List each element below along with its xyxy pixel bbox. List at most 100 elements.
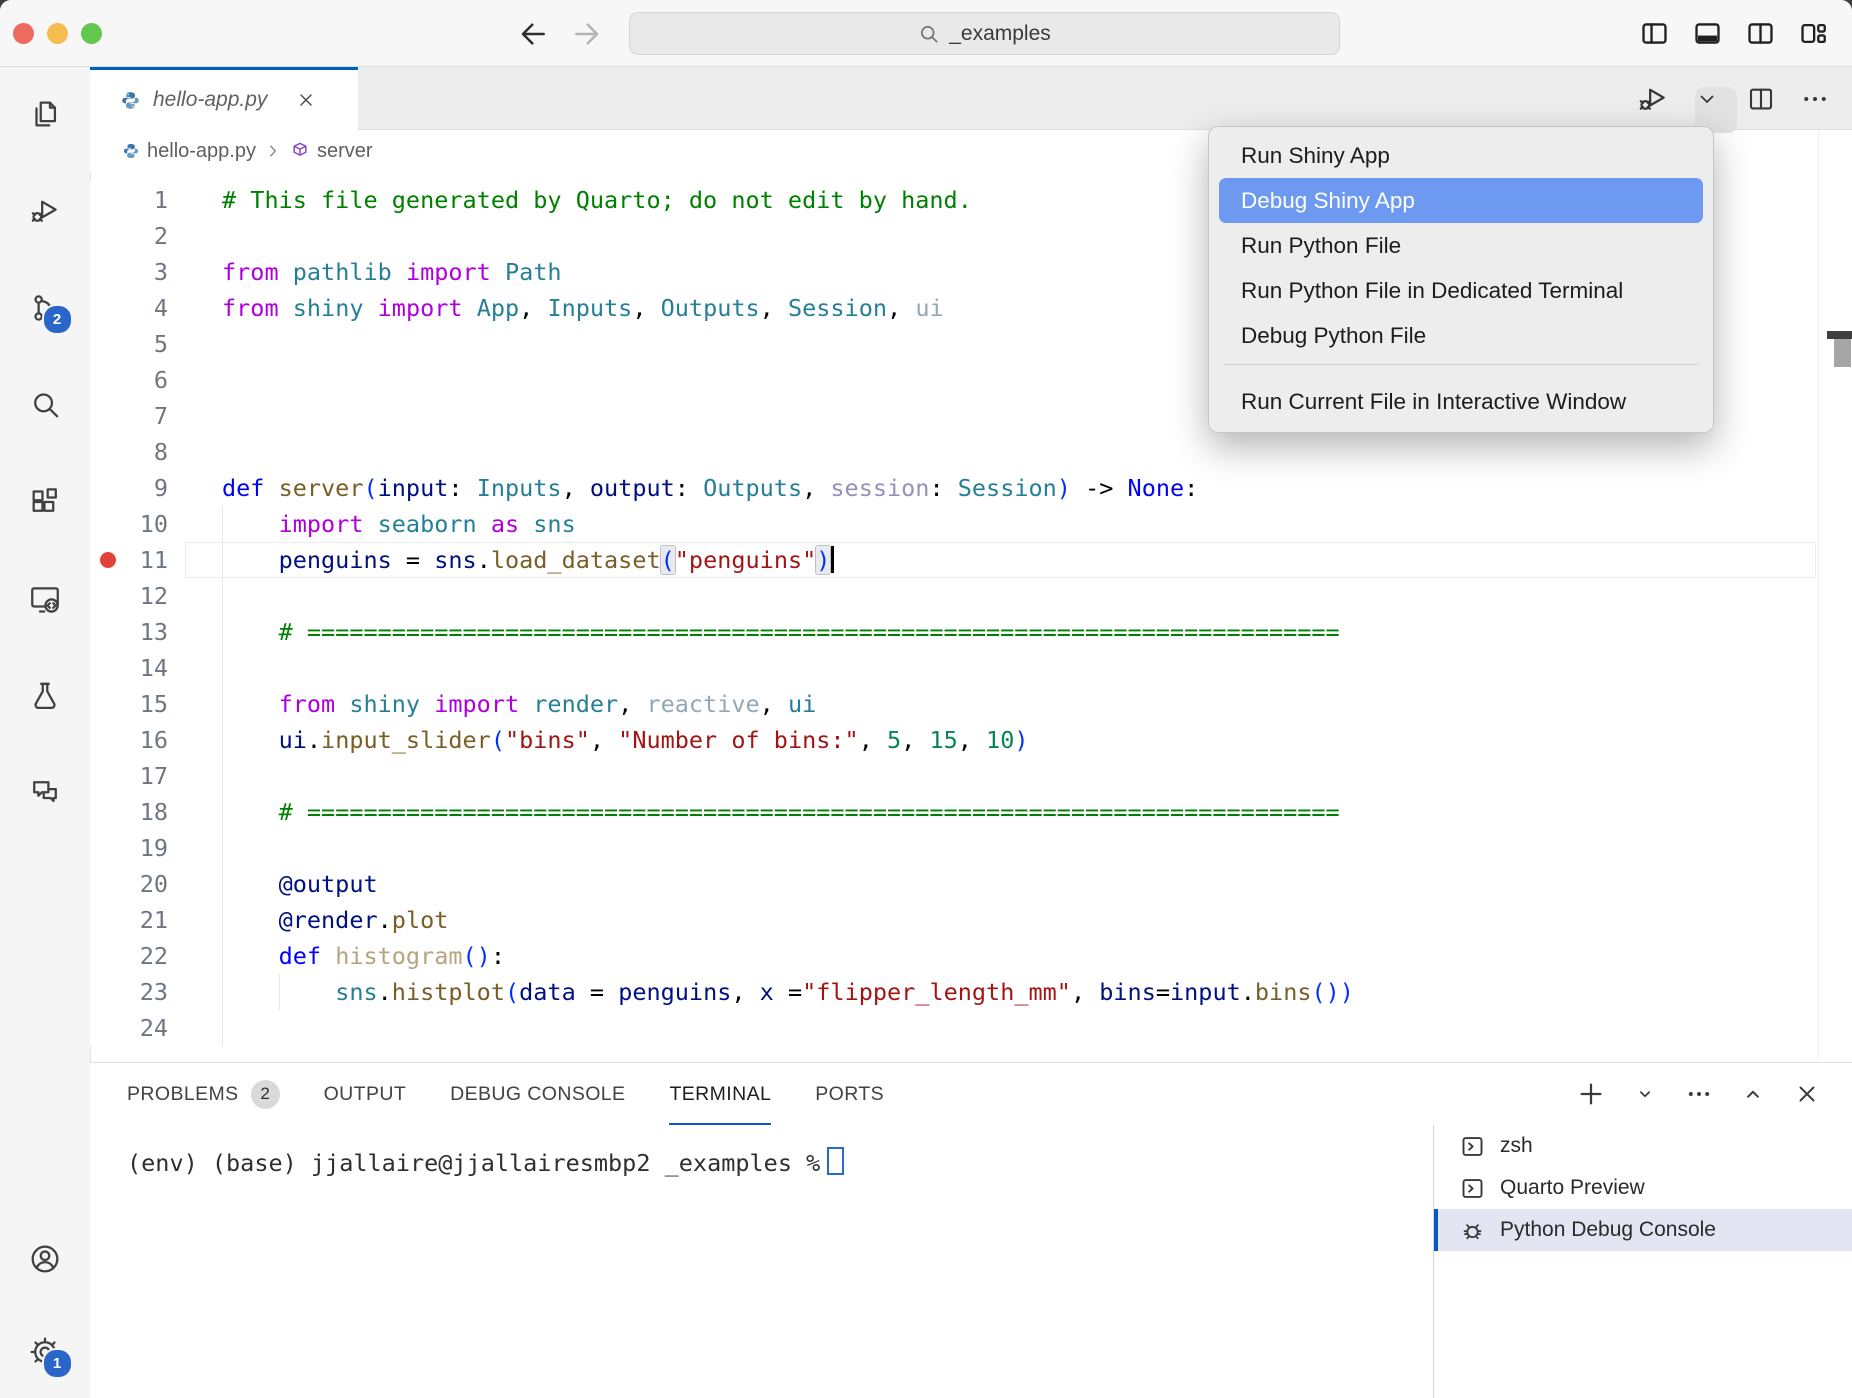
gutter-line-14[interactable]: 14: [90, 650, 182, 686]
run-dropdown-button[interactable]: [1688, 79, 1726, 119]
activity-bar-item-extensions[interactable]: [23, 480, 67, 524]
code-line-16[interactable]: 16 ui.input_slider("bins", "Number of bi…: [90, 722, 1852, 758]
activity-bar-item-comments[interactable]: [23, 771, 67, 815]
split-editor-button[interactable]: [1742, 79, 1780, 119]
code-line-content[interactable]: # ======================================…: [182, 614, 1852, 650]
gutter-line-13[interactable]: 13: [90, 614, 182, 650]
code-line-content[interactable]: import seaborn as sns: [182, 506, 1852, 542]
terminal-list-item-zsh[interactable]: zsh: [1434, 1125, 1852, 1167]
traffic-light-minimize[interactable]: [47, 23, 68, 44]
toggle-panel-button[interactable]: [1690, 16, 1724, 50]
menu-item-run-python-file-in-dedicated-terminal[interactable]: Run Python File in Dedicated Terminal: [1219, 268, 1703, 313]
traffic-light-close[interactable]: [13, 23, 34, 44]
breadcrumb-file[interactable]: hello-app.py: [122, 140, 256, 163]
activity-bar-item-search[interactable]: [23, 383, 67, 427]
menu-item-debug-python-file[interactable]: Debug Python File: [1219, 313, 1703, 358]
code-line-22[interactable]: 22 def histogram():: [90, 938, 1852, 974]
terminal-list-item-quarto-preview[interactable]: Quarto Preview: [1434, 1167, 1852, 1209]
gutter-line-6[interactable]: 6: [90, 362, 182, 398]
code-line-content[interactable]: [182, 578, 1852, 614]
code-line-12[interactable]: 12: [90, 578, 1852, 614]
history-forward-button[interactable]: [570, 17, 604, 51]
gutter-line-7[interactable]: 7: [90, 398, 182, 434]
gutter-line-19[interactable]: 19: [90, 830, 182, 866]
activity-bar-item-account[interactable]: [23, 1237, 67, 1281]
code-line-10[interactable]: 10 import seaborn as sns: [90, 506, 1852, 542]
maximize-panel-button[interactable]: [1738, 1079, 1768, 1109]
code-line-23[interactable]: 23 sns.histplot(data = penguins, x ="fli…: [90, 974, 1852, 1010]
gutter-line-18[interactable]: 18: [90, 794, 182, 830]
gutter-line-8[interactable]: 8: [90, 434, 182, 470]
gutter-line-11[interactable]: 11: [90, 542, 182, 578]
gutter-line-24[interactable]: 24: [90, 1010, 182, 1046]
activity-bar-item-remote-explorer[interactable]: [23, 577, 67, 621]
gutter-line-15[interactable]: 15: [90, 686, 182, 722]
code-line-18[interactable]: 18 # ===================================…: [90, 794, 1852, 830]
code-line-content[interactable]: penguins = sns.load_dataset("penguins"): [182, 542, 1852, 578]
code-line-20[interactable]: 20 @output: [90, 866, 1852, 902]
menu-item-run-shiny-app[interactable]: Run Shiny App: [1219, 133, 1703, 178]
code-line-24[interactable]: 24: [90, 1010, 1852, 1046]
launch-profile-button[interactable]: [1630, 1079, 1660, 1109]
panel-tab-debug-console[interactable]: DEBUG CONSOLE: [450, 1063, 625, 1125]
breadcrumb-symbol[interactable]: server: [290, 140, 373, 163]
code-line-content[interactable]: ui.input_slider("bins", "Number of bins:…: [182, 722, 1852, 758]
panel-tab-ports[interactable]: PORTS: [815, 1063, 884, 1125]
debug-run-button[interactable]: [1634, 79, 1672, 119]
gutter-line-10[interactable]: 10: [90, 506, 182, 542]
code-line-11[interactable]: 11 penguins = sns.load_dataset("penguins…: [90, 542, 1852, 578]
gutter-line-23[interactable]: 23: [90, 974, 182, 1010]
activity-bar-item-explorer[interactable]: [23, 92, 67, 136]
toggle-secondary-sidebar-button[interactable]: [1743, 16, 1777, 50]
code-line-content[interactable]: sns.histplot(data = penguins, x ="flippe…: [182, 974, 1852, 1010]
code-line-21[interactable]: 21 @render.plot: [90, 902, 1852, 938]
code-line-content[interactable]: [182, 758, 1852, 794]
code-line-content[interactable]: def server(input: Inputs, output: Output…: [182, 470, 1852, 506]
gutter-line-4[interactable]: 4: [90, 290, 182, 326]
code-line-content[interactable]: @output: [182, 866, 1852, 902]
panel-tab-problems[interactable]: PROBLEMS2: [127, 1063, 280, 1125]
panel-tab-terminal[interactable]: TERMINAL: [669, 1063, 771, 1125]
gutter-line-3[interactable]: 3: [90, 254, 182, 290]
code-line-content[interactable]: [182, 830, 1852, 866]
gutter-line-2[interactable]: 2: [90, 218, 182, 254]
scrollbar-thumb[interactable]: [1834, 339, 1851, 367]
code-line-8[interactable]: 8: [90, 434, 1852, 470]
gutter-line-22[interactable]: 22: [90, 938, 182, 974]
tab-hello-app-py[interactable]: hello-app.py: [90, 67, 358, 130]
breakpoint-dot[interactable]: [100, 552, 116, 568]
gutter-line-1[interactable]: 1: [90, 182, 182, 218]
close-panel-button[interactable]: [1792, 1079, 1822, 1109]
activity-bar-item-run-and-debug[interactable]: [23, 189, 67, 233]
code-line-15[interactable]: 15 from shiny import render, reactive, u…: [90, 686, 1852, 722]
panel-tab-output[interactable]: OUTPUT: [324, 1063, 407, 1125]
code-line-content[interactable]: def histogram():: [182, 938, 1852, 974]
code-line-content[interactable]: [182, 1010, 1852, 1046]
more-actions-button[interactable]: [1796, 79, 1834, 119]
code-line-content[interactable]: [182, 434, 1852, 470]
close-tab-icon[interactable]: [293, 87, 319, 113]
code-line-13[interactable]: 13 # ===================================…: [90, 614, 1852, 650]
code-line-17[interactable]: 17: [90, 758, 1852, 794]
code-line-9[interactable]: 9def server(input: Inputs, output: Outpu…: [90, 470, 1852, 506]
command-center-search[interactable]: _examples: [629, 12, 1340, 55]
new-terminal-button[interactable]: [1576, 1079, 1606, 1109]
code-line-19[interactable]: 19: [90, 830, 1852, 866]
toggle-primary-sidebar-button[interactable]: [1637, 16, 1671, 50]
gutter-line-5[interactable]: 5: [90, 326, 182, 362]
editor-scrollbar[interactable]: [1818, 130, 1819, 1060]
gutter-line-21[interactable]: 21: [90, 902, 182, 938]
terminal-list-item-python-debug-console[interactable]: Python Debug Console: [1434, 1209, 1852, 1251]
customize-layout-button[interactable]: [1796, 16, 1830, 50]
gutter-line-12[interactable]: 12: [90, 578, 182, 614]
activity-bar-item-source-control[interactable]: 2: [23, 286, 67, 330]
traffic-light-zoom[interactable]: [81, 23, 102, 44]
more-button[interactable]: [1684, 1079, 1714, 1109]
gutter-line-9[interactable]: 9: [90, 470, 182, 506]
history-back-button[interactable]: [516, 17, 550, 51]
code-line-content[interactable]: @render.plot: [182, 902, 1852, 938]
code-line-14[interactable]: 14: [90, 650, 1852, 686]
code-line-content[interactable]: [182, 650, 1852, 686]
code-line-content[interactable]: from shiny import render, reactive, ui: [182, 686, 1852, 722]
activity-bar-item-settings[interactable]: 1: [23, 1330, 67, 1374]
